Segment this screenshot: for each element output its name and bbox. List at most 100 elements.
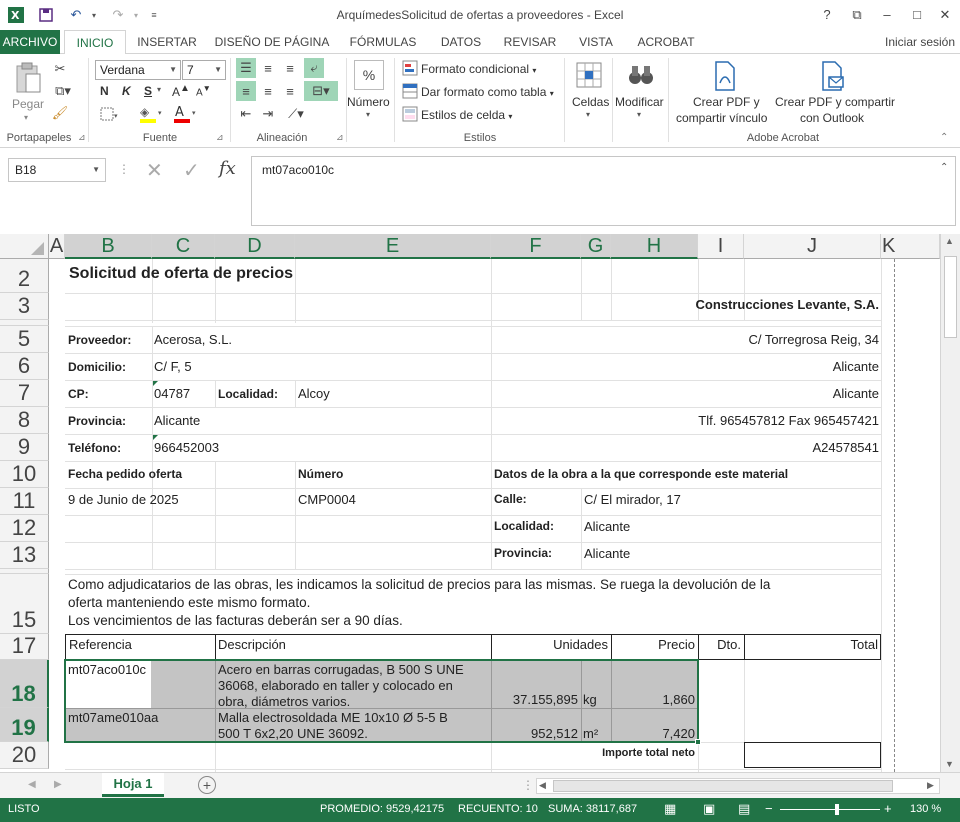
company-phone[interactable]: Tlf. 965457812 Fax 965457421	[580, 413, 879, 429]
obra-localidad-label[interactable]: Localidad:	[494, 518, 554, 534]
obra-provincia-value[interactable]: Alicante	[584, 546, 630, 562]
signin-link[interactable]: Iniciar sesión	[880, 30, 960, 54]
item-1-desc-2[interactable]: 36068, elaborado en taller y colocado en	[218, 678, 453, 694]
conditional-format-button[interactable]: Formato condicional ▾	[421, 62, 536, 76]
scroll-right-icon[interactable]: ▶	[927, 780, 934, 791]
horizontal-scrollbar[interactable]: ◀ ▶	[536, 778, 940, 794]
row-header-17[interactable]: 17	[0, 633, 49, 660]
cp-value[interactable]: 04787	[154, 386, 190, 402]
number-dropdown-icon[interactable]: ▾	[366, 110, 370, 119]
note-line-2[interactable]: oferta manteniendo este mismo formato.	[68, 594, 310, 612]
grow-font-icon[interactable]: A▲	[172, 83, 190, 99]
column-header-a[interactable]: A	[49, 234, 65, 259]
row-header-7[interactable]: 7	[0, 380, 49, 407]
proveedor-label[interactable]: Proveedor:	[68, 332, 131, 348]
align-center-icon[interactable]: ≡	[258, 81, 278, 101]
paste-label[interactable]: Pegar	[12, 97, 44, 111]
row-header-9[interactable]: 9	[0, 434, 49, 461]
percent-format-icon[interactable]: %	[354, 60, 384, 90]
item-1-desc-1[interactable]: Acero en barras corrugadas, B 500 S UNE	[218, 662, 464, 678]
column-header-c[interactable]: C	[152, 234, 215, 259]
fecha-label[interactable]: Fecha pedido oferta	[68, 466, 182, 482]
calle-label[interactable]: Calle:	[494, 491, 527, 507]
zoom-level[interactable]: 130 %	[910, 803, 941, 815]
scroll-thumb[interactable]	[944, 256, 957, 338]
align-bottom-icon[interactable]: ≡	[280, 58, 300, 78]
align-right-icon[interactable]: ≡	[280, 81, 300, 101]
row-header-18[interactable]: 18	[0, 660, 49, 708]
item-2-desc-2[interactable]: 500 T 6x2,20 UNE 36092.	[218, 726, 368, 742]
column-header-g[interactable]: G	[581, 234, 611, 259]
enter-icon[interactable]: ✓	[183, 158, 200, 183]
localidad-label[interactable]: Localidad:	[218, 386, 278, 402]
row-header-8[interactable]: 8	[0, 407, 49, 434]
font-color-icon[interactable]: A ▾	[172, 104, 200, 124]
sheet-title[interactable]: Solicitud de oferta de precios	[69, 266, 293, 282]
fill-color-icon[interactable]: ◈ ▾	[138, 104, 166, 124]
row-header-5[interactable]: 5	[0, 326, 49, 353]
tab-archivo[interactable]: ARCHIVO	[0, 30, 60, 54]
align-top-icon[interactable]: ☰	[236, 58, 256, 78]
cut-icon[interactable]: ✂	[50, 60, 70, 78]
merge-center-icon[interactable]: ⊟▾	[304, 81, 338, 101]
column-header-h[interactable]: H	[611, 234, 698, 259]
column-header-b[interactable]: B	[65, 234, 152, 259]
obra-label[interactable]: Datos de la obra a la que corresponde es…	[494, 466, 788, 482]
row-header-3[interactable]: 3	[0, 293, 49, 320]
proveedor-value[interactable]: Acerosa, S.L.	[154, 332, 232, 348]
note-line-3[interactable]: Los vencimientos de las facturas deberán…	[68, 612, 403, 630]
vertical-scrollbar[interactable]: ▲ ▼	[940, 234, 960, 772]
domicilio-label[interactable]: Domicilio:	[68, 359, 126, 375]
tab-vista[interactable]: VISTA	[570, 30, 622, 54]
column-header-k[interactable]: K	[881, 234, 940, 259]
domicilio-value[interactable]: C/ F, 5	[154, 359, 192, 375]
company-name[interactable]: Construcciones Levante, S.A.	[580, 297, 880, 313]
horizontal-scroll-thumb[interactable]	[553, 780, 893, 792]
paste-dropdown-icon[interactable]: ▾	[24, 113, 28, 122]
increase-indent-icon[interactable]: ⇥	[258, 104, 278, 124]
font-launcher-icon[interactable]: ⊿	[216, 132, 224, 143]
company-address[interactable]: C/ Torregrosa Reig, 34	[580, 332, 879, 348]
binoculars-icon[interactable]	[626, 60, 656, 90]
expand-formula-icon[interactable]: ⌃	[940, 162, 948, 173]
status-count[interactable]: RECUENTO: 10	[458, 803, 538, 815]
scroll-up-icon[interactable]: ▲	[945, 236, 954, 246]
company-cif[interactable]: A24578541	[580, 440, 879, 456]
total-value-cell[interactable]	[744, 742, 881, 768]
cells-dropdown-icon[interactable]: ▾	[586, 110, 590, 119]
page-layout-icon[interactable]: ▣	[703, 801, 715, 817]
insert-function-button[interactable]: fx	[219, 158, 236, 179]
item-1-ref[interactable]: mt07aco010c	[68, 662, 146, 678]
font-name-combo[interactable]: Verdana ▼	[95, 60, 181, 80]
italic-button[interactable]: K	[122, 84, 131, 98]
align-left-icon[interactable]: ≡	[236, 81, 256, 101]
calle-value[interactable]: C/ El mirador, 17	[584, 492, 681, 508]
cell-styles-icon[interactable]	[402, 106, 418, 122]
pdf-share-label-1[interactable]: Crear PDF y	[693, 95, 760, 109]
row-header-10[interactable]: 10	[0, 461, 49, 488]
zoom-slider-thumb[interactable]	[835, 804, 839, 815]
total-label[interactable]: Importe total neto	[560, 745, 695, 761]
alignment-launcher-icon[interactable]: ⊿	[336, 132, 344, 143]
zoom-out-icon[interactable]: −	[765, 801, 773, 816]
row-header-2[interactable]: 2	[0, 259, 49, 293]
fill-handle[interactable]	[695, 739, 701, 745]
obra-localidad-value[interactable]: Alicante	[584, 519, 630, 535]
format-painter-icon[interactable]: 🖌	[50, 104, 70, 122]
name-box[interactable]: B18 ▼	[8, 158, 106, 182]
company-city-1[interactable]: Alicante	[580, 359, 879, 375]
zoom-slider[interactable]	[780, 809, 880, 810]
cancel-icon[interactable]: ✕	[146, 158, 163, 183]
tab-diseno-pagina[interactable]: DISEÑO DE PÁGINA	[212, 30, 332, 54]
font-size-combo[interactable]: 7 ▼	[182, 60, 226, 80]
wrap-text-icon[interactable]: ⤶	[304, 58, 324, 78]
pdf-outlook-label-1[interactable]: Crear PDF y compartir	[775, 95, 895, 109]
telefono-value[interactable]: 966452003	[154, 440, 219, 456]
item-1-desc-3[interactable]: obra, diámetros varios.	[218, 694, 350, 710]
resize-handle-icon[interactable]: ⋮	[118, 162, 130, 176]
row-header-15[interactable]: 15	[0, 574, 49, 634]
next-sheet-icon[interactable]: ▶	[54, 779, 62, 790]
clipboard-launcher-icon[interactable]: ⊿	[78, 132, 86, 143]
column-header-d[interactable]: D	[215, 234, 295, 259]
status-sum[interactable]: SUMA: 38117,687	[548, 803, 637, 815]
